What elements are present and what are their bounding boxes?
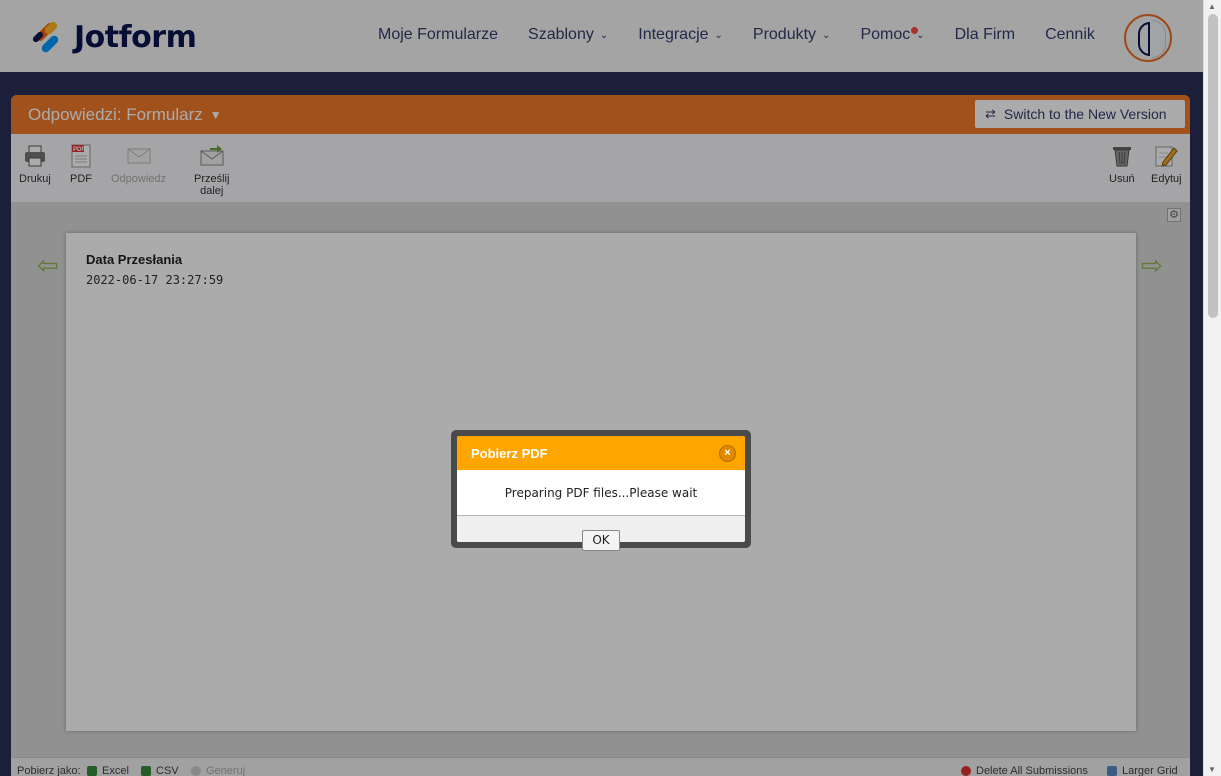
dialog-message: Preparing PDF files...Please wait: [504, 486, 698, 500]
scrollbar-thumb[interactable]: [1208, 14, 1218, 318]
dialog-body: Preparing PDF files...Please wait: [457, 470, 745, 516]
ok-button[interactable]: OK: [582, 530, 620, 551]
dialog-title: Pobierz PDF: [471, 446, 548, 461]
scroll-up-icon[interactable]: ▲: [1208, 2, 1216, 11]
dialog-header: Pobierz PDF ×: [457, 436, 745, 470]
close-icon[interactable]: ×: [719, 445, 736, 462]
modal-overlay: [0, 0, 1203, 776]
scroll-down-icon[interactable]: ▼: [1208, 765, 1216, 774]
pdf-download-dialog: Pobierz PDF × Preparing PDF files...Plea…: [451, 430, 751, 551]
vertical-scrollbar[interactable]: ▲ ▼: [1203, 0, 1221, 776]
